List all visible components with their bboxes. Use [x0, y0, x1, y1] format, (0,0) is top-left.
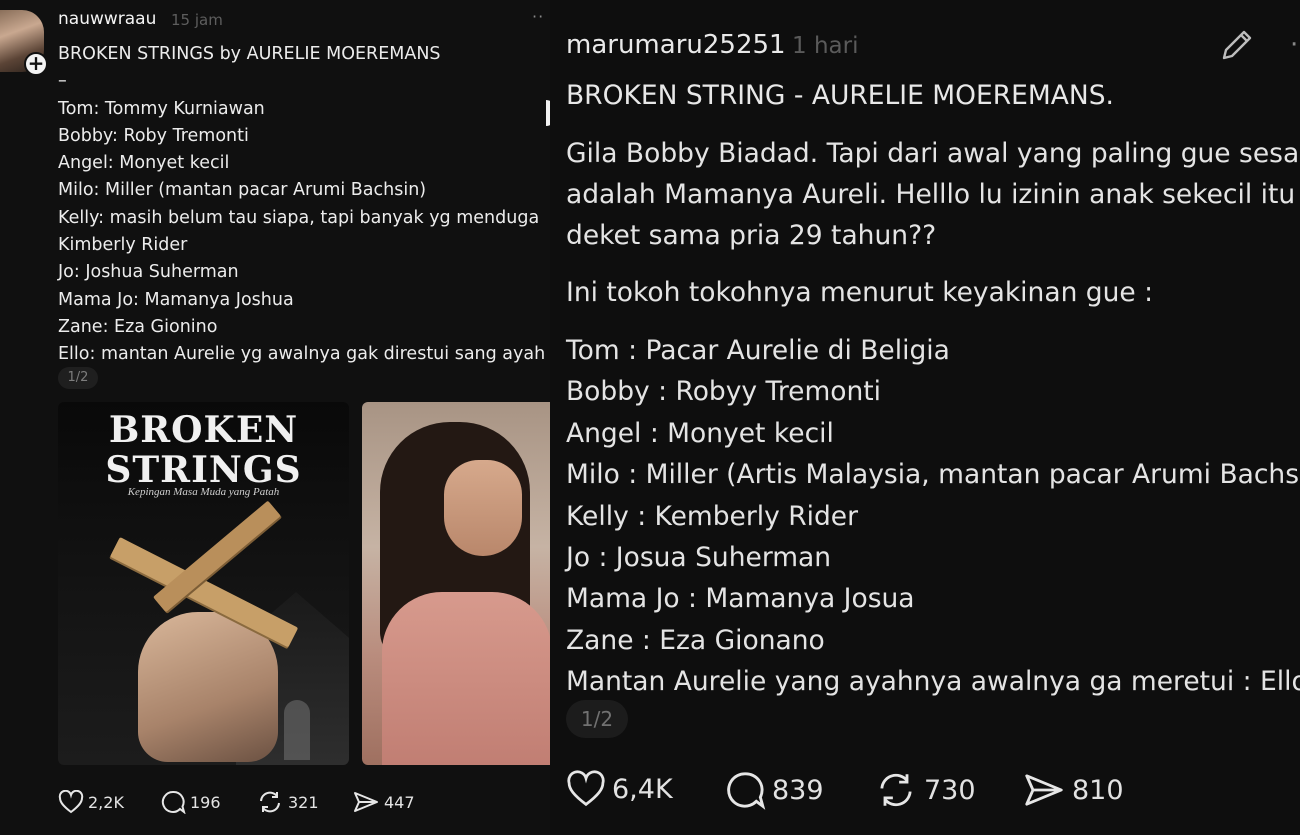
left-post: + nauwwraau 15 jam ·· BROKEN STRINGS by … [0, 0, 550, 835]
page-indicator: 1/2 [566, 700, 628, 738]
more-options-icon[interactable]: ·· [532, 7, 544, 26]
comment-count: 196 [190, 792, 221, 812]
face-graphic [444, 460, 522, 556]
book-cover-image[interactable]: BROKEN STRINGS Kepingan Masa Muda yang P… [58, 402, 349, 765]
portrait-photo[interactable] [362, 402, 550, 765]
like-button[interactable]: 6,4K [566, 770, 673, 808]
comment-button[interactable]: 196 [160, 790, 221, 814]
post-line: Ello: mantan Aurelie yg awalnya gak dire… [58, 344, 546, 365]
comment-count: 839 [772, 774, 824, 806]
share-button[interactable]: 447 [352, 790, 415, 814]
post-line: Angel: Monyet kecil [58, 153, 230, 174]
repost-icon [260, 791, 280, 813]
post-headline: BROKEN STRING - AURELIE MOEREMANS. [566, 80, 1114, 111]
list-item: Tom : Pacar Aurelie di Beligia [566, 335, 950, 366]
post-line: BROKEN STRINGS by AURELIE MOEREMANS [58, 44, 441, 64]
repost-count: 730 [924, 774, 976, 806]
hand-graphic [138, 612, 278, 762]
list-item: Kelly : Kemberly Rider [566, 500, 859, 532]
post-line: Milo: Miller (mantan pacar Arumi Bachsin… [58, 180, 427, 201]
heart-icon [567, 770, 605, 807]
share-count: 447 [384, 792, 415, 812]
post-line: Bobby: Roby Tremonti [58, 125, 249, 146]
paragraph-line: Gila Bobby Biadad. Tapi dari awal yang p… [566, 138, 1300, 169]
post-text: BROKEN STRINGS by AURELIE MOEREMANS – To… [58, 41, 548, 369]
list-item: Angel : Monyet kecil [566, 417, 834, 449]
comment-icon [727, 772, 766, 810]
follow-plus-icon[interactable]: + [24, 52, 48, 76]
post-line: Jo: Joshua Suherman [58, 262, 239, 283]
list-item: Zane : Eza Gionano [566, 624, 825, 656]
list-item: Jo : Josua Suherman [566, 542, 832, 574]
send-icon [354, 792, 378, 812]
post-paragraph: Gila Bobby Biadad. Tapi dari awal yang p… [566, 133, 1300, 256]
heart-icon [58, 790, 84, 814]
repost-button[interactable]: 321 [256, 790, 319, 814]
post-line: Mama Jo: Mamanya Joshua [58, 289, 294, 310]
comment-button[interactable]: 839 [724, 770, 824, 810]
post-line: Kimberly Rider [58, 235, 188, 256]
comment-icon [161, 790, 186, 814]
paragraph-line: adalah Mamanya Aureli. Helllo lu izinin … [566, 179, 1296, 210]
share-count: 810 [1072, 774, 1124, 806]
post-time: 15 jam [171, 11, 223, 29]
username[interactable]: marumaru25251 [566, 30, 786, 60]
repost-button[interactable]: 730 [874, 770, 976, 810]
right-post: marumaru25251 1 hari · BROKEN STRING - A… [550, 0, 1300, 835]
repost-count: 321 [288, 792, 319, 812]
repost-icon [880, 773, 912, 807]
book-title-line: BROKEN [108, 409, 299, 451]
list-item: Milo : Miller (Artis Malaysia, mantan pa… [566, 459, 1300, 491]
dress-graphic [382, 592, 550, 765]
page-indicator: 1/2 [58, 367, 98, 389]
post-time: 1 hari [792, 33, 859, 59]
list-item: Mantan Aurelie yang ayahnya awalnya ga m… [566, 666, 1300, 698]
list-intro: Ini tokoh tokohnya menurut keyakinan gue… [566, 277, 1154, 308]
send-icon [1025, 774, 1063, 806]
like-button[interactable]: 2,2K [58, 790, 124, 814]
post-line: Kelly: masih belum tau siapa, tapi banya… [58, 207, 540, 228]
post-line: Zane: Eza Gionino [58, 316, 218, 337]
book-subtitle: Kepingan Masa Muda yang Patah [127, 486, 280, 498]
post-line: Tom: Tommy Kurniawan [58, 98, 265, 119]
character-list: Tom : Pacar Aurelie di Beligia Bobby : R… [566, 330, 1300, 703]
list-item: Mama Jo : Mamanya Josua [566, 583, 915, 615]
share-button[interactable]: 810 [1022, 770, 1124, 810]
list-item: Bobby : Robyy Tremonti [566, 376, 882, 408]
church-window-graphic [284, 700, 310, 760]
edit-pencil-icon[interactable] [1218, 26, 1256, 68]
paragraph-line: deket sama pria 29 tahun?? [566, 220, 937, 251]
username[interactable]: nauwwraau [58, 9, 156, 29]
more-options-icon[interactable]: · [1290, 30, 1298, 60]
post-line: – [58, 71, 67, 92]
like-count: 2,2K [88, 792, 124, 812]
like-count: 6,4K [612, 773, 673, 805]
book-title: BROKEN STRINGS [58, 410, 349, 490]
book-title-line: STRINGS [105, 449, 302, 491]
